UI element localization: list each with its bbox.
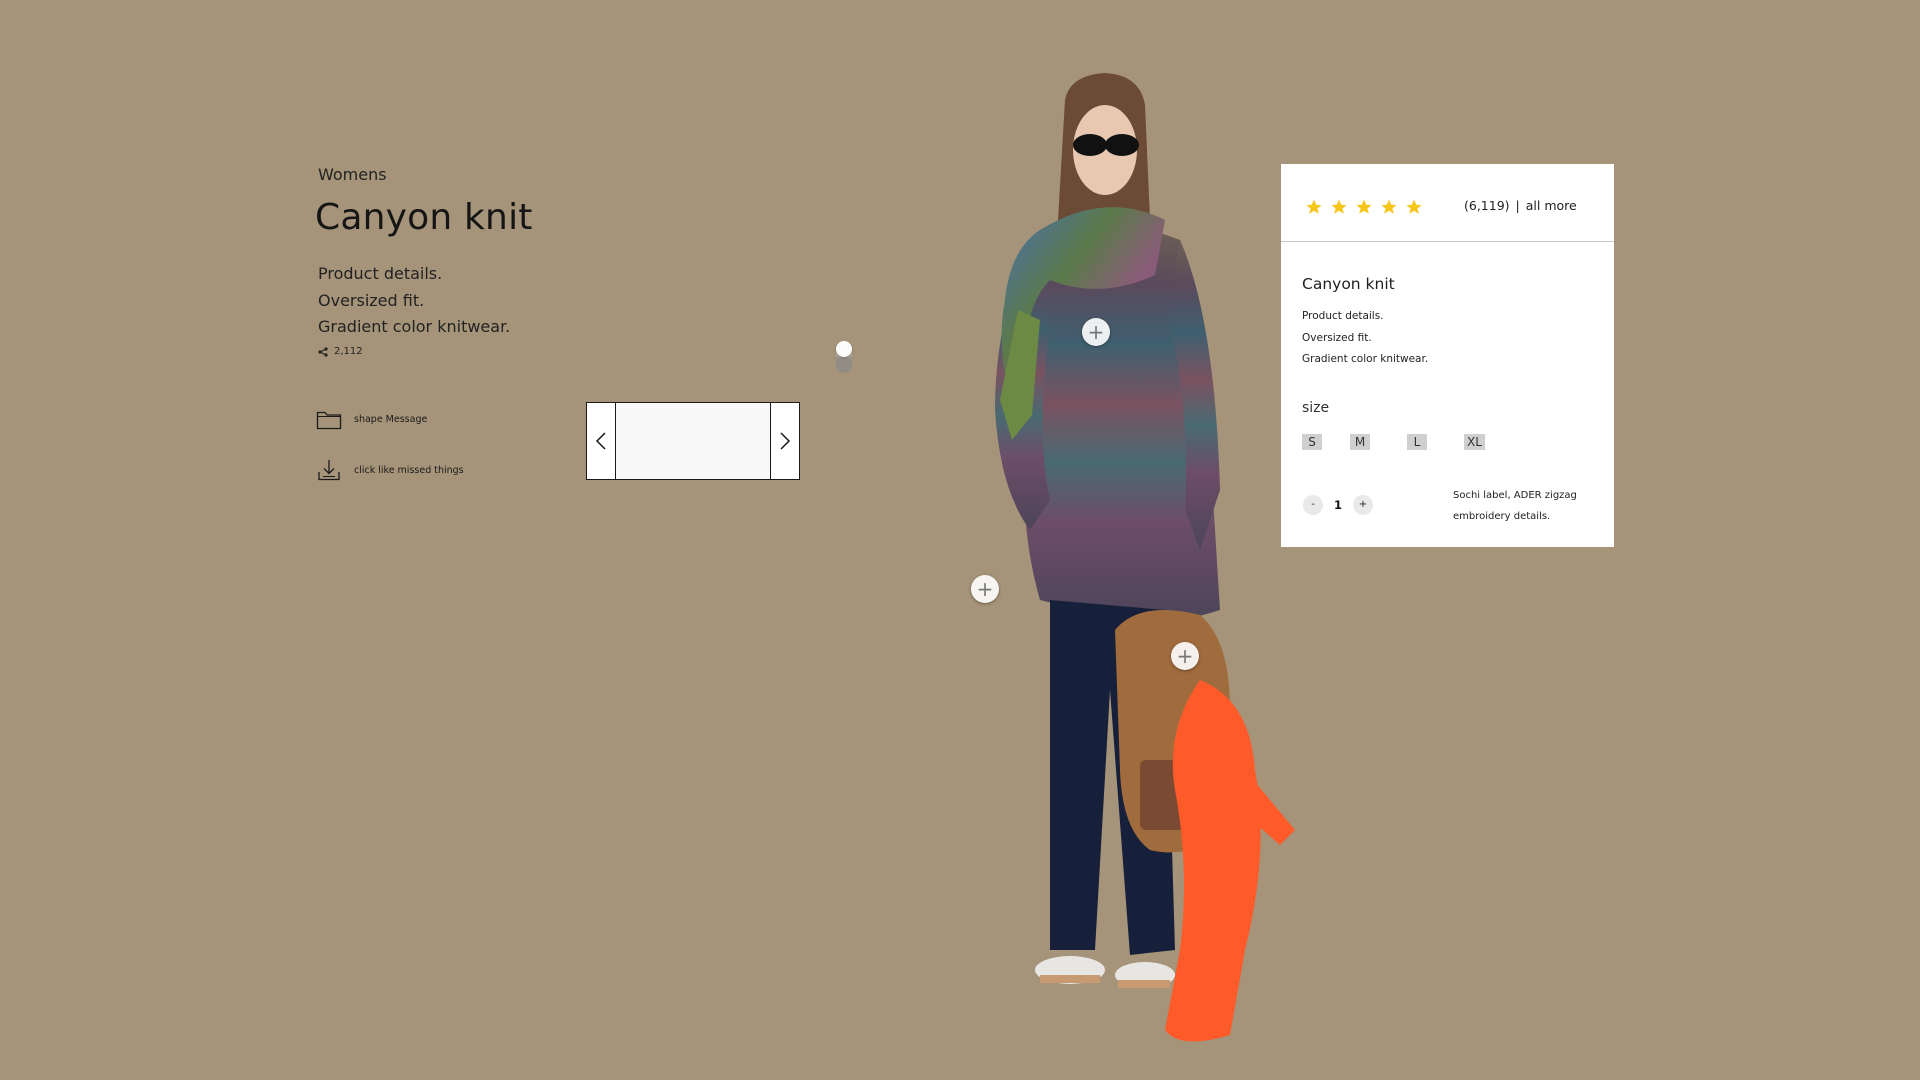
image-carousel xyxy=(586,402,800,480)
star-icon xyxy=(1306,199,1322,214)
plus-icon: + xyxy=(1087,319,1105,344)
star-icon xyxy=(1406,199,1422,214)
plus-icon: + xyxy=(976,576,994,601)
message-action[interactable]: shape Message xyxy=(316,407,427,431)
missed-things-action[interactable]: click like missed things xyxy=(316,458,464,482)
toggle-knob[interactable] xyxy=(836,341,852,357)
detail-line: Oversized fit. xyxy=(318,290,425,310)
hotspot-backpack[interactable]: + xyxy=(1171,642,1199,670)
star-icon xyxy=(1356,199,1372,214)
hotspot-sweater[interactable]: + xyxy=(1082,318,1110,346)
card-header: (6,119) | all more xyxy=(1281,164,1614,242)
message-label: shape Message xyxy=(354,413,428,425)
note-line: Sochi label, ADER zigzag xyxy=(1453,490,1577,501)
share-icon xyxy=(318,346,328,357)
note-line: embroidery details. xyxy=(1453,511,1551,522)
carousel-slide[interactable] xyxy=(616,403,770,479)
share-button[interactable]: 2,112 xyxy=(318,346,363,357)
model-photo xyxy=(995,73,1295,1042)
product-details: Product details. Oversized fit. Gradient… xyxy=(318,261,510,341)
product-title: Canyon knit xyxy=(315,197,533,238)
separator: | xyxy=(1515,198,1520,213)
detail-line: Product details. xyxy=(318,264,443,283)
detail-line: Gradient color knitwear. xyxy=(318,317,511,336)
rating-summary: (6,119) | all more xyxy=(1464,198,1577,213)
share-count: 2,112 xyxy=(334,346,363,357)
card-title: Canyon knit xyxy=(1302,275,1395,293)
rating-stars xyxy=(1305,198,1423,216)
review-count: (6,119) xyxy=(1464,198,1510,213)
quantity-stepper: - 1 + xyxy=(1303,495,1373,515)
card-note: Sochi label, ADER zigzag embroidery deta… xyxy=(1453,485,1593,527)
product-category: Womens xyxy=(318,165,387,184)
size-option-s[interactable]: S xyxy=(1302,434,1322,450)
quantity-value: 1 xyxy=(1333,498,1342,512)
quantity-increase-button[interactable]: + xyxy=(1353,495,1373,515)
orange-scarf xyxy=(1165,680,1261,1042)
hotspot-trousers[interactable]: + xyxy=(971,575,999,603)
view-toggle[interactable] xyxy=(836,341,852,373)
carousel-prev-button[interactable] xyxy=(587,403,616,479)
card-detail-line: Product details. xyxy=(1302,310,1384,322)
size-option-l[interactable]: L xyxy=(1407,434,1427,450)
missed-things-label: click like missed things xyxy=(354,464,464,476)
carousel-next-button[interactable] xyxy=(770,403,799,479)
size-label: size xyxy=(1302,400,1330,416)
all-more-link[interactable]: all more xyxy=(1526,198,1577,213)
quantity-decrease-button[interactable]: - xyxy=(1303,495,1323,515)
download-icon xyxy=(318,460,340,481)
product-card: (6,119) | all more Canyon knit Product det… xyxy=(1281,164,1614,547)
chevron-right-icon xyxy=(780,432,791,450)
star-icon xyxy=(1381,199,1397,214)
size-options: S M L XL xyxy=(1302,434,1485,450)
size-option-xl[interactable]: XL xyxy=(1464,434,1485,450)
card-detail-line: Gradient color knitwear. xyxy=(1302,353,1429,365)
size-option-m[interactable]: M xyxy=(1350,434,1370,450)
star-icon xyxy=(1331,199,1347,214)
card-details: Product details. Oversized fit. Gradient… xyxy=(1302,306,1428,371)
plus-icon: + xyxy=(1176,643,1194,668)
card-detail-line: Oversized fit. xyxy=(1302,331,1372,344)
folder-icon xyxy=(316,411,342,430)
chevron-left-icon xyxy=(595,432,606,450)
